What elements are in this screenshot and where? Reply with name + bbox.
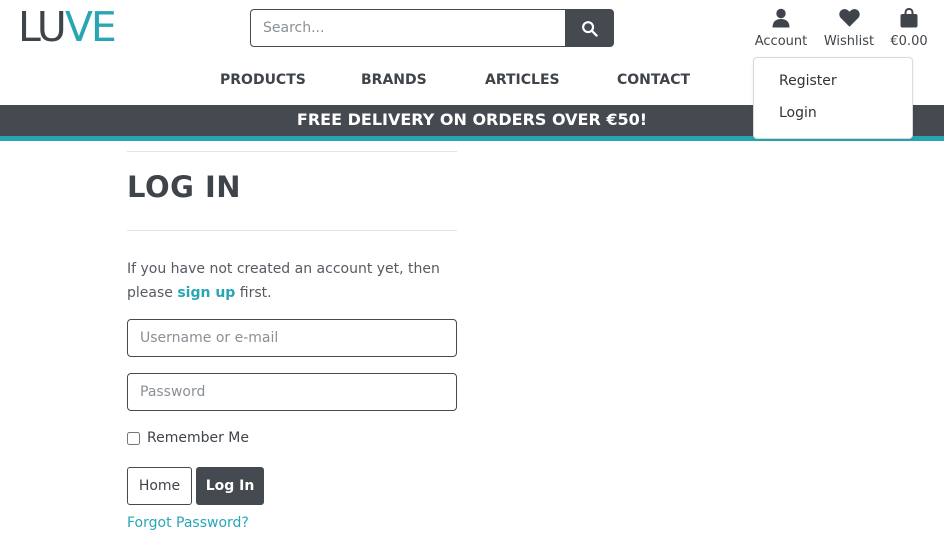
dropdown-login-link[interactable]: Login — [779, 105, 817, 121]
account-button[interactable]: Account — [754, 8, 808, 49]
login-button[interactable]: Log In — [196, 467, 264, 505]
search-button[interactable] — [565, 9, 614, 47]
search-icon — [582, 20, 598, 37]
password-input[interactable] — [127, 373, 457, 411]
cart-total: €0.00 — [890, 34, 928, 49]
title-divider — [127, 230, 457, 231]
nav-products[interactable]: PRODUCTS — [220, 72, 306, 88]
heart-icon — [838, 9, 860, 27]
logo-text-accent: VE — [64, 3, 117, 51]
account-label: Account — [754, 34, 808, 49]
forgot-password-link[interactable]: Forgot Password? — [127, 515, 249, 531]
nav-articles[interactable]: ARTICLES — [485, 72, 560, 88]
remember-me[interactable]: Remember Me — [127, 430, 249, 446]
signup-link[interactable]: sign up — [177, 285, 235, 301]
remember-me-label: Remember Me — [147, 430, 249, 446]
user-icon — [772, 8, 790, 28]
page-title: LOG IN — [127, 170, 242, 204]
dropdown-register-link[interactable]: Register — [779, 73, 837, 89]
remember-me-checkbox[interactable] — [127, 431, 140, 445]
account-dropdown: Register Login — [753, 57, 913, 139]
signup-prompt: If you have not created an account yet, … — [127, 257, 457, 305]
signup-prompt-end: first. — [235, 285, 272, 301]
nav-contact[interactable]: CONTACT — [617, 72, 690, 88]
signup-prompt-text: If you have not created an account yet, … — [127, 261, 440, 301]
username-input[interactable] — [127, 319, 457, 357]
search-bar — [250, 9, 614, 47]
home-button[interactable]: Home — [127, 467, 192, 505]
wishlist-label: Wishlist — [823, 34, 875, 49]
login-section: LOG IN If you have not created an accoun… — [127, 151, 457, 531]
top-divider — [127, 151, 457, 152]
search-input[interactable] — [250, 9, 565, 47]
wishlist-button[interactable]: Wishlist — [821, 8, 877, 49]
shopping-bag-icon — [900, 8, 918, 28]
logo-text-dark: LU — [18, 3, 67, 51]
site-logo[interactable]: LUVE — [18, 7, 117, 48]
nav-brands[interactable]: BRANDS — [361, 72, 427, 88]
cart-button[interactable]: €0.00 — [886, 8, 932, 49]
